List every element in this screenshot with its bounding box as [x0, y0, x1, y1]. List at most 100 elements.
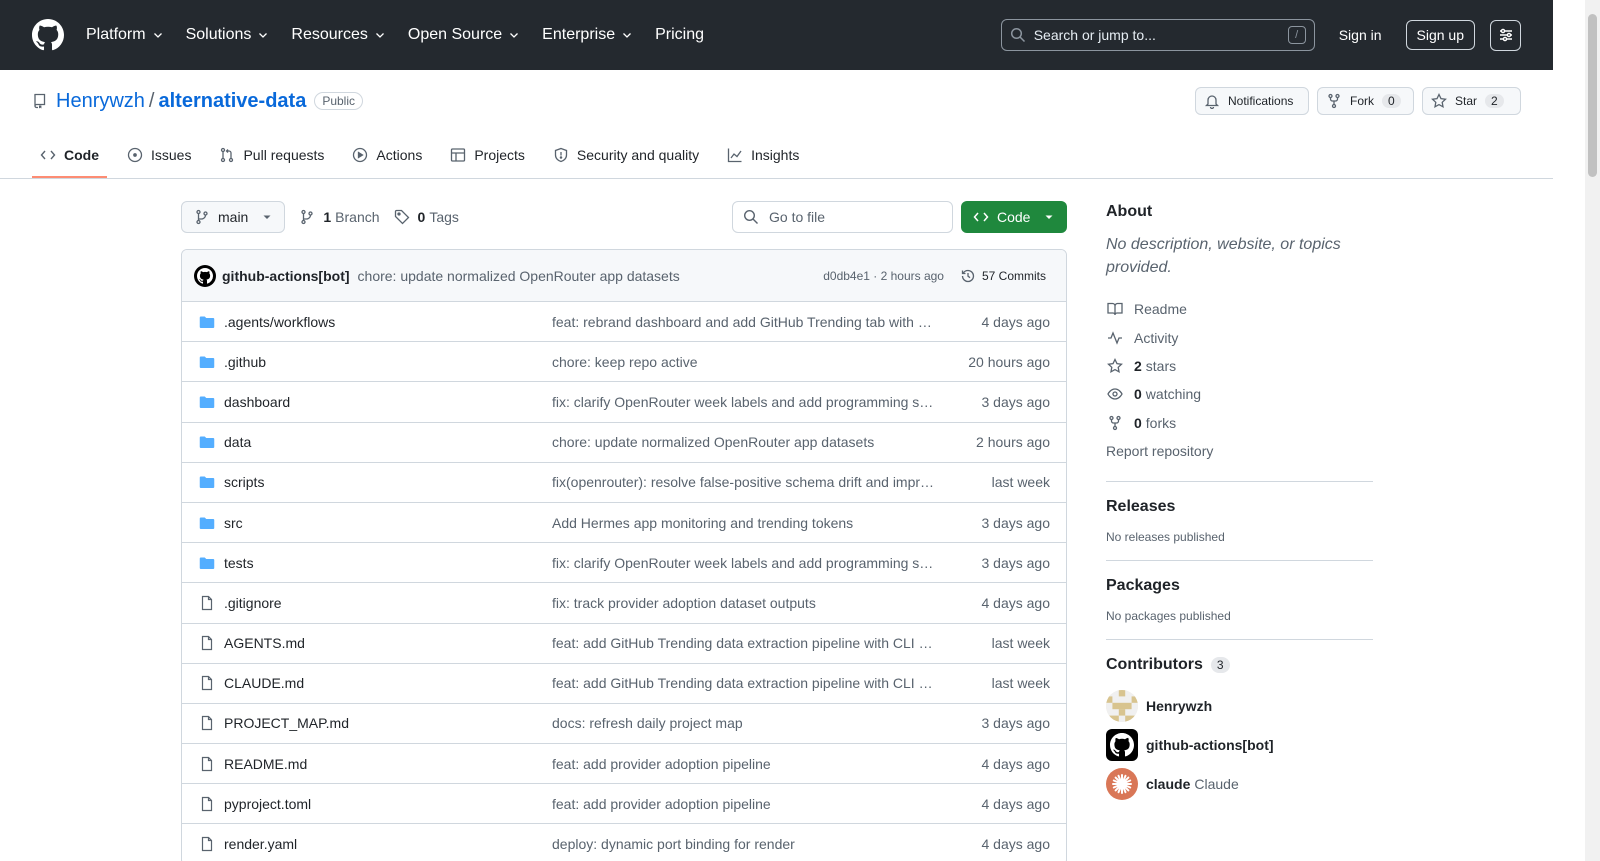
file-name-link[interactable]: pyproject.toml	[224, 796, 544, 812]
repo-owner-link[interactable]: Henrywzh	[56, 90, 145, 113]
releases-empty-text: No releases published	[1106, 530, 1225, 545]
notifications-button[interactable]: Notifications	[1195, 87, 1309, 115]
global-search-input[interactable]: Search or jump to... /	[1000, 19, 1315, 51]
page-scrollbar[interactable]	[1585, 0, 1600, 861]
contributor-item[interactable]: github-actions[bot]	[1106, 725, 1373, 764]
chevron-down-icon	[510, 33, 519, 38]
file-name-link[interactable]: src	[224, 515, 544, 531]
file-commit-message-link[interactable]: chore: keep repo active	[552, 354, 937, 370]
folder-icon-wrap	[198, 354, 216, 370]
chevron-down-icon	[259, 33, 268, 38]
star-button[interactable]: Star 2	[1422, 87, 1521, 115]
code-dropdown-button[interactable]: Code	[961, 201, 1067, 233]
file-commit-message-link[interactable]: feat: add GitHub Trending data extractio…	[552, 635, 937, 651]
file-commit-message-link[interactable]: chore: update normalized OpenRouter app …	[552, 434, 937, 450]
file-commit-age: 4 days ago	[981, 755, 1051, 772]
repo-name-link[interactable]: alternative-data	[158, 90, 306, 113]
file-name-link[interactable]: .github	[224, 354, 544, 370]
tab-security[interactable]: Security and quality	[545, 132, 707, 178]
tab-insights[interactable]: Insights	[719, 132, 807, 178]
go-to-file-input[interactable]: Go to file	[732, 201, 953, 233]
contributor-item[interactable]: Henrywzh	[1106, 686, 1373, 725]
tab-code[interactable]: Code	[32, 132, 107, 178]
file-name-link[interactable]: dashboard	[224, 394, 544, 410]
file-commit-message-link[interactable]: deploy: dynamic port binding for render	[552, 836, 937, 852]
table-row: CLAUDE.md feat: add GitHub Trending data …	[182, 664, 1066, 704]
file-commit-age: 3 days ago	[981, 514, 1051, 531]
fork-button[interactable]: Fork 0	[1317, 87, 1414, 115]
file-commit-age: 4 days ago	[981, 594, 1051, 611]
file-name-link[interactable]: CLAUDE.md	[224, 675, 544, 691]
file-commit-message-link[interactable]: feat: add GitHub Trending data extractio…	[552, 675, 937, 691]
file-name-link[interactable]: .agents/workflows	[224, 314, 544, 330]
file-name-link[interactable]: data	[224, 434, 544, 450]
stars-count: 2	[1134, 357, 1142, 374]
nav-label: Solutions	[185, 26, 252, 43]
commit-hash-age[interactable]: d0db4e1 · 2 hours ago	[823, 269, 944, 283]
repo-sidebar: About No description, website, or topics…	[1106, 203, 1373, 803]
claude-sunburst-icon	[1112, 773, 1132, 794]
tab-actions[interactable]: Actions	[344, 132, 430, 178]
tab-label: Code	[64, 147, 99, 163]
commit-message-link[interactable]: chore: update normalized OpenRouter app …	[358, 268, 680, 284]
file-name-link[interactable]: tests	[224, 555, 544, 571]
avatar	[1106, 767, 1138, 800]
report-repository-link[interactable]: Report repository	[1106, 437, 1373, 465]
contributor-name: Claude	[1194, 775, 1239, 792]
file-commit-message-link[interactable]: fix: clarify OpenRouter week labels and …	[552, 555, 937, 571]
sidebar-divider	[1106, 481, 1373, 483]
nav-platform[interactable]: Platform	[86, 26, 164, 44]
file-name-link[interactable]: README.md	[224, 756, 544, 772]
branches-link[interactable]: 1 Branch	[299, 209, 380, 225]
file-commit-message-link[interactable]: Add Hermes app monitoring and trending t…	[552, 515, 937, 531]
file-commit-message-link[interactable]: feat: add provider adoption pipeline	[552, 756, 937, 772]
forks-link[interactable]: 0 forks	[1106, 409, 1373, 437]
file-name-link[interactable]: AGENTS.md	[224, 635, 544, 651]
nav-enterprise[interactable]: Enterprise	[542, 26, 633, 44]
stars-link[interactable]: 2 stars	[1106, 352, 1373, 380]
file-commit-message-link[interactable]: fix: clarify OpenRouter week labels and …	[552, 394, 937, 410]
nav-open-source[interactable]: Open Source	[408, 26, 520, 44]
avatar[interactable]	[194, 264, 216, 287]
branch-selector[interactable]: main	[181, 201, 286, 233]
folder-icon-wrap	[198, 434, 216, 450]
header-menu-button[interactable]	[1490, 19, 1521, 51]
scrollbar-thumb[interactable]	[1588, 14, 1597, 177]
file-commit-message-link[interactable]: docs: refresh daily project map	[552, 715, 937, 731]
file-name-link[interactable]: scripts	[224, 474, 544, 490]
folder-icon	[199, 396, 215, 408]
file-name-link[interactable]: .gitignore	[224, 595, 544, 611]
packages-heading[interactable]: Packages	[1106, 577, 1373, 595]
file-commit-message-link[interactable]: feat: add provider adoption pipeline	[552, 796, 937, 812]
file-icon	[201, 635, 213, 651]
folder-icon-wrap	[198, 555, 216, 571]
nav-solutions[interactable]: Solutions	[186, 26, 270, 44]
file-commit-message-link[interactable]: fix: track provider adoption dataset out…	[552, 595, 937, 611]
tab-projects[interactable]: Projects	[442, 132, 533, 178]
repo-path-separator: /	[148, 89, 155, 112]
file-commit-message-link[interactable]: fix(openrouter): resolve false-positive …	[552, 474, 937, 490]
github-logo-icon[interactable]	[32, 19, 64, 51]
tags-link[interactable]: 0 Tags	[394, 209, 459, 225]
commits-history-link[interactable]: 57 Commits	[960, 268, 1046, 284]
file-commit-message-link[interactable]: feat: rebrand dashboard and add GitHub T…	[552, 314, 937, 330]
nav-resources[interactable]: Resources	[291, 26, 385, 44]
file-browser: github-actions[bot] chore: update normal…	[181, 249, 1067, 861]
sign-up-button[interactable]: Sign up	[1405, 20, 1475, 50]
sign-in-link[interactable]: Sign in	[1339, 27, 1382, 43]
releases-heading[interactable]: Releases	[1106, 498, 1373, 516]
tab-issues[interactable]: Issues	[119, 132, 199, 178]
caret-down-icon	[263, 215, 271, 219]
watching-link[interactable]: 0 watching	[1106, 380, 1373, 408]
activity-label: Activity	[1134, 329, 1179, 346]
commit-author-link[interactable]: github-actions[bot]	[222, 268, 350, 284]
contributors-heading[interactable]: Contributors	[1106, 656, 1203, 674]
activity-link[interactable]: Activity	[1106, 323, 1373, 351]
file-name-link[interactable]: render.yaml	[224, 836, 544, 852]
file-commit-age: 4 days ago	[981, 313, 1051, 330]
readme-link[interactable]: Readme	[1106, 295, 1373, 323]
file-name-link[interactable]: PROJECT_MAP.md	[224, 715, 544, 731]
contributor-item[interactable]: claude Claude	[1106, 764, 1373, 803]
tab-pull-requests[interactable]: Pull requests	[211, 132, 332, 178]
nav-pricing[interactable]: Pricing	[655, 26, 704, 44]
